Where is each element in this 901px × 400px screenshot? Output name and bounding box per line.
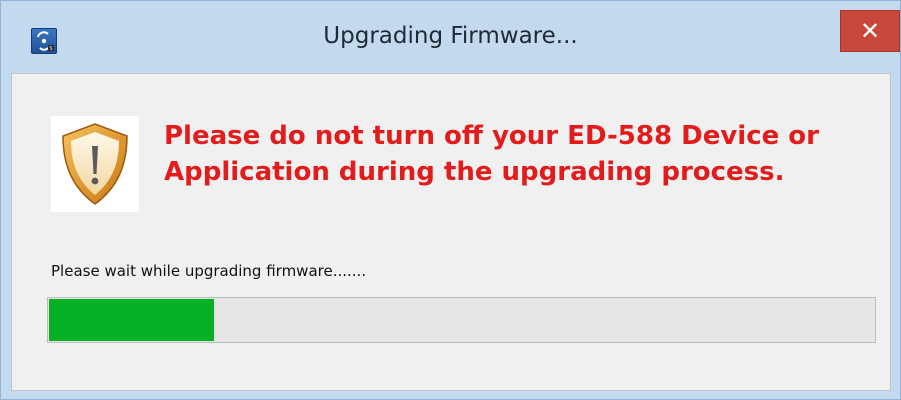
progress-fill — [49, 299, 215, 341]
warning-line-1: Please do not turn off your ED-588 Devic… — [164, 121, 819, 151]
warning-message: Please do not turn off your ED-588 Devic… — [164, 118, 884, 190]
progress-bar — [47, 297, 876, 343]
status-label: Please wait while upgrading firmware....… — [51, 262, 367, 280]
close-icon: ✕ — [859, 17, 881, 45]
title-bar[interactable]: S Upgrading Firmware... ✕ — [1, 1, 900, 73]
window-title: Upgrading Firmware... — [323, 23, 578, 49]
close-button[interactable]: ✕ — [840, 10, 900, 52]
dialog-window: S Upgrading Firmware... ✕ Please do not … — [0, 0, 901, 400]
dialog-content: Please do not turn off your ED-588 Devic… — [11, 73, 891, 391]
warning-line-2: Application during the upgrading process… — [164, 157, 785, 187]
warning-shield-icon — [51, 116, 139, 212]
